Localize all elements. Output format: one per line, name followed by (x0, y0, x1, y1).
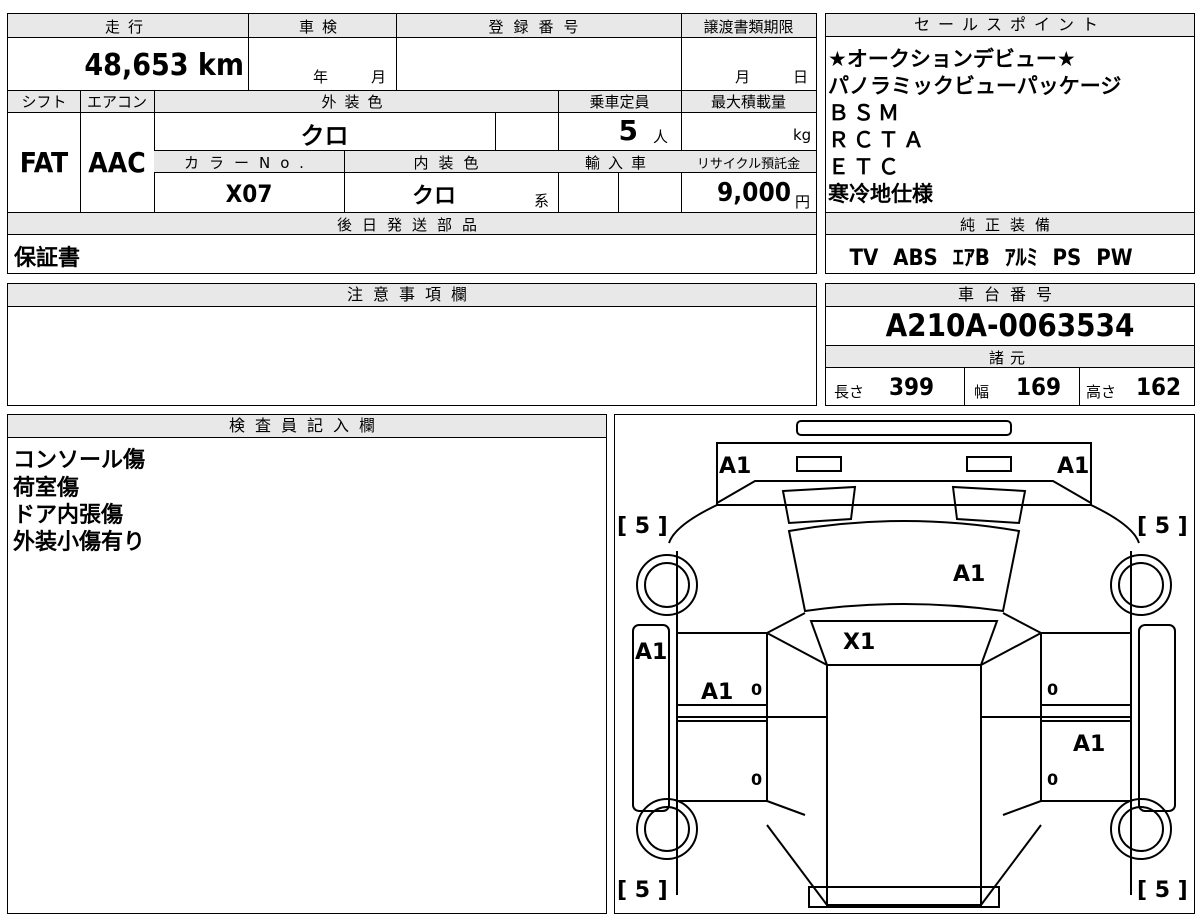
sales-point-2: パノラミックビューパッケージ (828, 74, 1122, 98)
int-color-value: クロ (411, 184, 456, 209)
sales-point-4: ＲＣＴＡ (828, 128, 928, 152)
header-mileage: 走行 (104, 18, 151, 36)
door-right-rear-value: 0 (1047, 770, 1058, 789)
header-shaken: 車検 (298, 18, 345, 36)
length-value: 399 (889, 373, 935, 401)
damage-left-front-door: A1 (701, 680, 733, 705)
transfer-month: 月 (735, 68, 751, 86)
chassis-header: 車台番号 (826, 284, 1194, 307)
header-recycle: リサイクル預託金 (696, 157, 801, 172)
recycle-fee-value: 9,000 (717, 178, 791, 208)
header-max-load: 最大積載量 (710, 93, 786, 111)
later-parts-value: 保証書 (14, 246, 81, 271)
damage-front-right: A1 (1057, 454, 1089, 479)
inspector-line-4: 外装小傷有り (13, 530, 146, 555)
notes-panel: 注意事項欄 (7, 283, 817, 406)
sales-points-panel: セールスポイント ★オークションデビュー★ パノラミックビューパッケージ ＢＳＭ… (825, 13, 1195, 274)
mileage-value: 48,653 km (84, 48, 244, 83)
sales-point-6: 寒冷地仕様 (828, 182, 933, 206)
ext-color-value: クロ (300, 122, 349, 150)
door-right-front-value: 0 (1047, 680, 1058, 699)
damage-roof: X1 (843, 630, 875, 655)
spec-header: 諸元 (988, 349, 1031, 367)
chassis-panel: 車台番号 A210A-0063534 諸元 長さ 399 幅 169 高さ 16… (825, 283, 1195, 406)
notes-header: 注意事項欄 (8, 284, 816, 307)
chassis-number: A210A-0063534 (885, 308, 1135, 344)
header-capacity: 乗車定員 (589, 93, 650, 111)
car-diagram-panel: [ 5 ] [ 5 ] [ 5 ] [ 5 ] A1 A1 A1 X1 A1 A… (614, 414, 1195, 914)
header-transfer-deadline: 譲渡書類期限 (703, 18, 794, 36)
load-unit: kg (793, 126, 812, 144)
car-diagram: [ 5 ] [ 5 ] [ 5 ] [ 5 ] A1 A1 A1 X1 A1 A… (617, 420, 1188, 908)
tyre-front-left: [ 5 ] (617, 514, 668, 539)
tyre-rear-right: [ 5 ] (1137, 878, 1188, 903)
shaken-month: 月 (371, 68, 387, 86)
inspector-panel: 検査員記入欄 コンソール傷 荷室傷 ドア内張傷 外装小傷有り (7, 414, 607, 914)
header-ext-color: 外装色 (321, 93, 391, 111)
equipment-items: TV ABS ｴｱB ｱﾙﾐ PS PW (849, 246, 1133, 271)
damage-windshield: A1 (953, 562, 985, 587)
shaken-year: 年 (313, 68, 329, 86)
damage-left-fender: A1 (635, 640, 667, 665)
header-int-color: 内装色 (413, 154, 489, 172)
header-reg-no: 登録番号 (488, 18, 589, 36)
aircon-value: AAC (88, 146, 146, 179)
transfer-day: 日 (793, 68, 809, 86)
sales-point-3: ＢＳＭ (828, 101, 903, 125)
color-no-value: X07 (225, 180, 273, 208)
door-left-rear-value: 0 (751, 770, 762, 789)
width-value: 169 (1016, 373, 1062, 401)
sales-point-1: ★オークションデビュー★ (828, 47, 1076, 71)
height-value: 162 (1136, 373, 1182, 401)
damage-right-rear-door: A1 (1073, 732, 1105, 757)
capacity-value: 5 (618, 114, 638, 147)
header-aircon: エアコン (86, 93, 147, 111)
int-color-suffix: 系 (534, 192, 550, 210)
capacity-unit: 人 (653, 128, 669, 146)
header-import: 輸入車 (584, 154, 654, 172)
damage-front-left: A1 (719, 454, 751, 479)
tyre-rear-left: [ 5 ] (617, 878, 668, 903)
equipment-header: 純正装備 (959, 216, 1060, 234)
inspector-header: 検査員記入欄 (8, 415, 606, 438)
height-label: 高さ (1086, 383, 1117, 401)
sales-point-5: ＥＴＣ (828, 155, 903, 179)
header-later-parts: 後日発送部品 (336, 216, 487, 234)
length-label: 長さ (834, 383, 865, 401)
header-shift: シフト (21, 93, 67, 111)
width-label: 幅 (974, 383, 990, 401)
shift-value: FAT (19, 146, 69, 179)
header-color-no: カラーNo. (184, 154, 314, 172)
tyre-front-right: [ 5 ] (1137, 514, 1188, 539)
vehicle-info-table: 走行 車検 登録番号 譲渡書類期限 48,653 km 年 月 月 日 シフト … (7, 13, 817, 274)
recycle-unit: 円 (795, 193, 811, 211)
sales-points-header: セールスポイント (826, 14, 1194, 37)
door-left-front-value: 0 (751, 680, 762, 699)
